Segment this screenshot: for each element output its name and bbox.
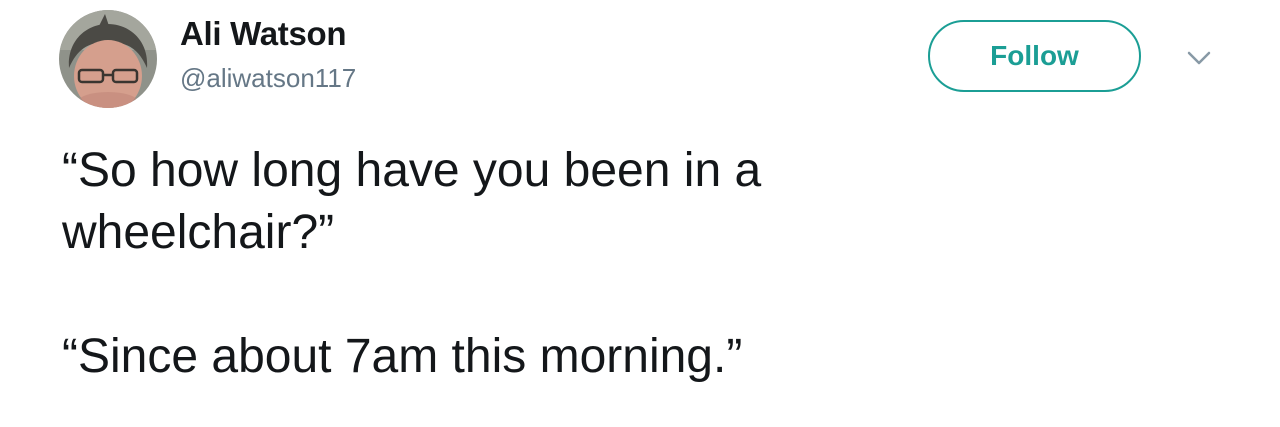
tweet-text-line: “Since about 7am this morning.” (62, 330, 743, 383)
chevron-down-icon[interactable] (1184, 47, 1214, 69)
author-avatar[interactable] (59, 10, 157, 108)
author-handle[interactable]: @aliwatson117 (180, 64, 356, 93)
tweet-card: Ali Watson @aliwatson117 Follow “So how … (0, 0, 1280, 427)
author-display-name[interactable]: Ali Watson (180, 15, 347, 52)
follow-button[interactable]: Follow (928, 20, 1141, 92)
avatar-photo-icon (59, 10, 157, 108)
tweet-text-line: “So how long have you been in a (62, 144, 762, 197)
tweet-text: “So how long have you been in a wheelcha… (62, 140, 1212, 388)
tweet-text-line: wheelchair?” (62, 206, 335, 259)
